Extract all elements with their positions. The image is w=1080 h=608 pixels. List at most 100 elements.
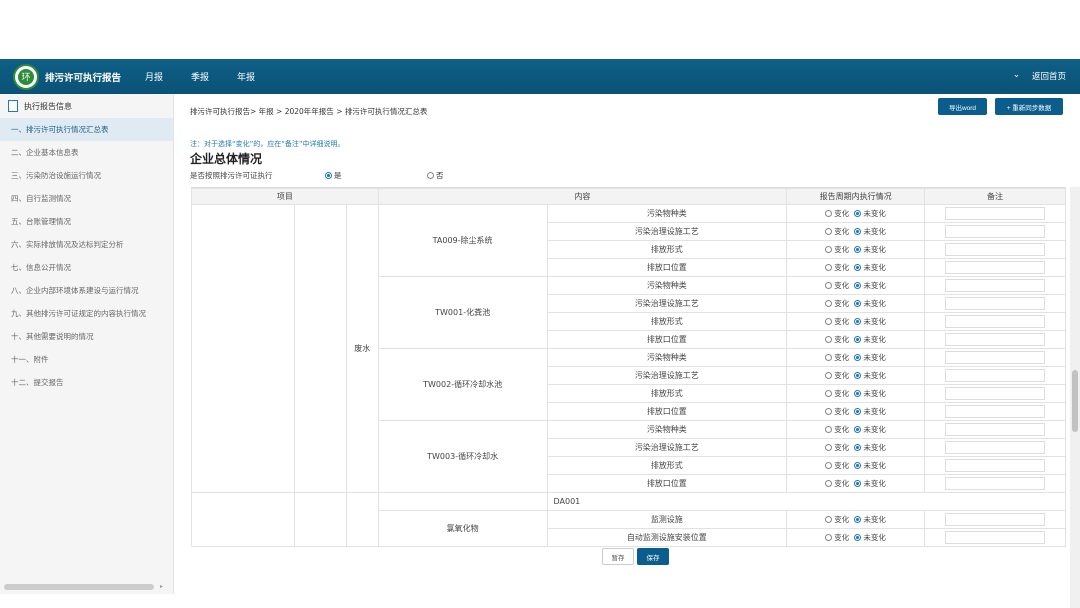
scroll-right-arrow-icon[interactable]: ▸ (160, 583, 163, 590)
sidebar-item[interactable]: 十一、附件 (0, 348, 173, 371)
remark-input[interactable] (945, 531, 1045, 544)
radio-change[interactable]: 变化 (825, 353, 849, 362)
resync-data-button[interactable]: + 重新同步数据 (995, 98, 1063, 115)
remark-input[interactable] (945, 315, 1045, 328)
sidebar-item[interactable]: 二、企业基本信息表 (0, 141, 173, 164)
remark-input[interactable] (945, 387, 1045, 400)
radio-nochange[interactable]: 未变化 (854, 515, 886, 524)
radio-nochange[interactable]: 未变化 (854, 425, 886, 434)
sidebar-item[interactable]: 三、污染防治设施运行情况 (0, 164, 173, 187)
nav-quarterly[interactable]: 季报 (191, 70, 209, 83)
radio-change[interactable]: 变化 (825, 335, 849, 344)
radio-change[interactable]: 变化 (825, 533, 849, 542)
remark-input[interactable] (945, 297, 1045, 310)
radio-change[interactable]: 变化 (825, 389, 849, 398)
remark-input[interactable] (945, 261, 1045, 274)
remark-input[interactable] (945, 405, 1045, 418)
radio-nochange[interactable]: 未变化 (854, 317, 886, 326)
content-item: 污染物种类 (546, 276, 788, 295)
sidebar-item[interactable]: 一、排污许可执行情况汇总表 (0, 118, 173, 141)
remark-input[interactable] (945, 243, 1045, 256)
status-cell: 变化 未变化 (786, 510, 926, 529)
radio-change[interactable]: 变化 (825, 209, 849, 218)
radio-nochange[interactable]: 未变化 (854, 407, 886, 416)
temp-save-button[interactable]: 暂存 (602, 548, 634, 565)
remark-input[interactable] (945, 207, 1045, 220)
section-heading: 企业总体情况 (190, 152, 263, 166)
radio-change[interactable]: 变化 (825, 281, 849, 290)
radio-change[interactable]: 变化 (825, 263, 849, 272)
export-word-button[interactable]: 导出word (938, 98, 987, 115)
sidebar-item[interactable]: 八、企业内部环境体系建设与运行情况 (0, 279, 173, 302)
content-item: 排放形式 (546, 312, 788, 331)
radio-change[interactable]: 变化 (825, 227, 849, 236)
remark-input[interactable] (945, 225, 1045, 238)
radio-nochange[interactable]: 未变化 (854, 371, 886, 380)
radio-nochange[interactable]: 未变化 (854, 299, 886, 308)
remark-input[interactable] (945, 459, 1045, 472)
remark-input[interactable] (945, 441, 1045, 454)
sidebar-item[interactable]: 九、其他排污许可证规定的内容执行情况 (0, 302, 173, 325)
radio-nochange[interactable]: 未变化 (854, 389, 886, 398)
radio-change[interactable]: 变化 (825, 443, 849, 452)
radio-nochange[interactable]: 未变化 (854, 209, 886, 218)
remark-cell (924, 258, 1066, 277)
status-cell: 变化 未变化 (786, 222, 926, 241)
sidebar-item[interactable]: 四、自行监测情况 (0, 187, 173, 210)
remark-input[interactable] (945, 351, 1045, 364)
remark-cell (924, 204, 1066, 223)
radio-change[interactable]: 变化 (825, 299, 849, 308)
remark-input[interactable] (945, 477, 1045, 490)
chevron-down-icon[interactable]: ⌄ (1013, 70, 1020, 82)
scroll-thumb[interactable] (1072, 370, 1078, 432)
remark-cell (924, 330, 1066, 349)
radio-nochange[interactable]: 未变化 (854, 533, 886, 542)
status-cell: 变化 未变化 (786, 312, 926, 331)
radio-change[interactable]: 变化 (825, 371, 849, 380)
status-cell: 变化 未变化 (786, 204, 926, 223)
sidebar-item[interactable]: 七、信息公开情况 (0, 256, 173, 279)
radio-change[interactable]: 变化 (825, 425, 849, 434)
status-cell: 变化 未变化 (786, 420, 926, 439)
radio-nochange[interactable]: 未变化 (854, 245, 886, 254)
radio-change[interactable]: 变化 (825, 461, 849, 470)
remark-input[interactable] (945, 279, 1045, 292)
remark-input[interactable] (945, 333, 1045, 346)
remark-input[interactable] (945, 423, 1045, 436)
radio-nochange[interactable]: 未变化 (854, 335, 886, 344)
item-sub-cell (345, 492, 379, 547)
radio-change[interactable]: 变化 (825, 479, 849, 488)
radio-change[interactable]: 变化 (825, 245, 849, 254)
nav-monthly[interactable]: 月报 (145, 70, 163, 83)
radio-no[interactable]: 否 (427, 170, 444, 181)
radio-change[interactable]: 变化 (825, 515, 849, 524)
radio-yes[interactable]: 是 (325, 170, 342, 181)
radio-change[interactable]: 变化 (825, 317, 849, 326)
save-button[interactable]: 保存 (637, 548, 669, 565)
radio-nochange[interactable]: 未变化 (854, 353, 886, 362)
table-vscroll[interactable] (1070, 187, 1080, 608)
header-remark: 备注 (924, 188, 1066, 205)
radio-nochange[interactable]: 未变化 (854, 281, 886, 290)
sidebar-hscroll[interactable] (4, 584, 154, 590)
back-home-link[interactable]: 返回首页 (1032, 70, 1066, 82)
remark-input[interactable] (945, 513, 1045, 526)
sidebar-item[interactable]: 六、实际排放情况及达标判定分析 (0, 233, 173, 256)
nav-annual[interactable]: 年报 (237, 70, 255, 83)
radio-nochange[interactable]: 未变化 (854, 227, 886, 236)
radio-nochange[interactable]: 未变化 (854, 263, 886, 272)
radio-change[interactable]: 变化 (825, 407, 849, 416)
sidebar-item[interactable]: 十二、提交报告 (0, 371, 173, 394)
radio-nochange[interactable]: 未变化 (854, 443, 886, 452)
app-title: 排污许可执行报告 (45, 72, 122, 84)
sidebar-header: 执行报告信息 (0, 94, 173, 118)
radio-nochange[interactable]: 未变化 (854, 461, 886, 470)
outlet-label: DA001 (546, 492, 1066, 511)
remark-input[interactable] (945, 369, 1045, 382)
content-item: 自动监测设施安装位置 (546, 528, 788, 547)
sidebar-item[interactable]: 五、台账管理情况 (0, 210, 173, 233)
radio-nochange[interactable]: 未变化 (854, 479, 886, 488)
status-cell: 变化 未变化 (786, 294, 926, 313)
pollutant-name: 氯氧化物 (377, 510, 548, 547)
sidebar-item[interactable]: 十、其他需要说明的情况 (0, 325, 173, 348)
